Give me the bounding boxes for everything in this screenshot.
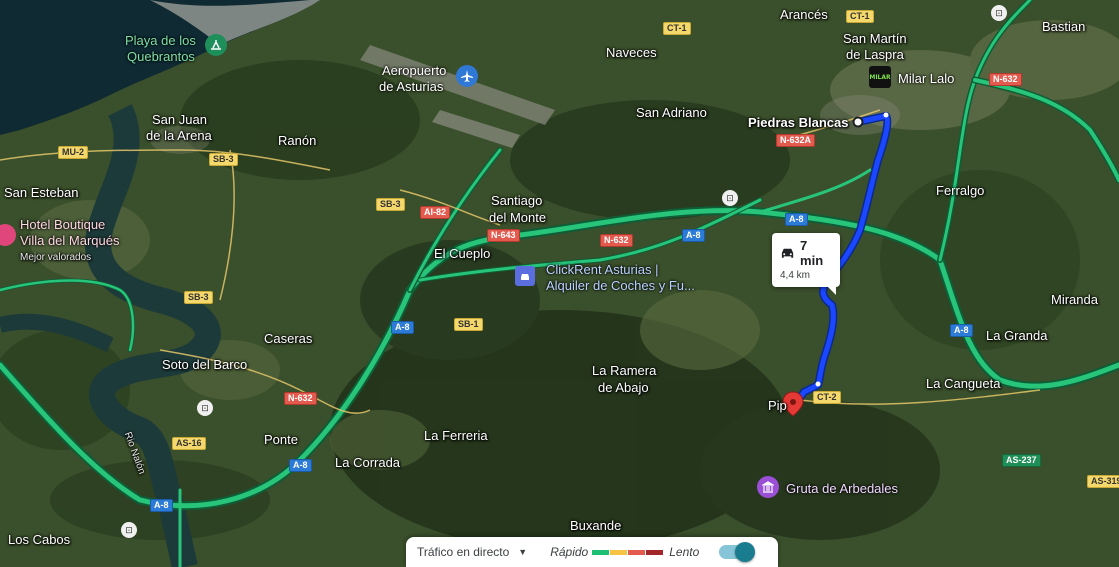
road-n632: N-632 [600, 234, 633, 247]
place-san-martin-line2[interactable]: de Laspra [846, 47, 904, 62]
road-sb1: SB-1 [454, 318, 483, 331]
museum-icon[interactable] [757, 476, 779, 498]
train-station-icon[interactable]: ⊡ [121, 522, 137, 538]
beach-icon[interactable] [205, 34, 227, 56]
place-la-cangueta[interactable]: La Cangueta [926, 376, 1000, 391]
poi-hotel-rating: Mejor valorados [20, 252, 92, 263]
place-los-cabos[interactable]: Los Cabos [8, 532, 70, 547]
place-ferralgo[interactable]: Ferralgo [936, 183, 984, 198]
toggle-knob [735, 542, 756, 562]
place-buxande[interactable]: Buxande [570, 518, 621, 533]
place-san-juan-line1[interactable]: San Juan [152, 112, 207, 127]
road-sb3: SB-3 [376, 198, 405, 211]
place-ponte[interactable]: Ponte [264, 432, 298, 447]
place-la-corrada[interactable]: La Corrada [335, 455, 400, 470]
road-mu2: MU-2 [58, 146, 88, 159]
place-miranda[interactable]: Miranda [1051, 292, 1098, 307]
route-origin-dot[interactable] [852, 116, 864, 128]
place-naveces[interactable]: Naveces [606, 45, 657, 60]
traffic-live-label: Tráfico en directo [417, 545, 510, 559]
road-n632a: N-632A [776, 134, 816, 147]
milar-icon-text: MILAR [869, 73, 891, 81]
road-as237: AS-237 [1002, 454, 1041, 467]
poi-clickrent-line1[interactable]: ClickRent Asturias | [546, 262, 658, 277]
airport-icon[interactable] [456, 65, 478, 87]
poi-airport-line1[interactable]: Aeropuerto [382, 63, 446, 78]
place-santiago-line1[interactable]: Santiago [491, 193, 542, 208]
place-san-adriano[interactable]: San Adriano [636, 105, 707, 120]
road-a8: A-8 [950, 324, 973, 337]
traffic-color-slow [628, 549, 646, 555]
poi-clickrent-line2[interactable]: Alquiler de Coches y Fu... [546, 278, 695, 293]
road-as16: AS-16 [172, 437, 206, 450]
poi-playa-line1[interactable]: Playa de los [125, 33, 196, 48]
place-la-ferreria[interactable]: La Ferreria [424, 428, 488, 443]
place-piedras-blancas[interactable]: Piedras Blancas [748, 115, 848, 130]
place-la-ramera-line2[interactable]: de Abajo [598, 380, 649, 395]
poi-milar-lalo[interactable]: Milar Lalo [898, 71, 954, 86]
route-duration-callout[interactable]: 7 min 4,4 km [772, 233, 840, 295]
road-ai82: AI-82 [420, 206, 451, 219]
road-n632: N-632 [989, 73, 1022, 86]
road-sb3: SB-3 [209, 153, 238, 166]
traffic-fast-label: Rápido [550, 545, 589, 559]
traffic-panel: Tráfico en directo ▼ Rápido Lento [406, 537, 778, 567]
place-pipa[interactable]: Pip [768, 398, 787, 413]
road-a8: A-8 [289, 459, 312, 472]
place-la-granda[interactable]: La Granda [986, 328, 1047, 343]
place-la-ramera-line1[interactable]: La Ramera [592, 363, 656, 378]
traffic-slow-label: Lento [669, 545, 700, 559]
place-soto-del-barco[interactable]: Soto del Barco [162, 357, 247, 372]
traffic-color-fast [592, 549, 610, 555]
poi-hotel-line2[interactable]: Villa del Marqués [20, 233, 119, 248]
place-san-esteban[interactable]: San Esteban [4, 185, 78, 200]
car-icon [781, 248, 794, 258]
place-santiago-line2[interactable]: del Monte [489, 210, 546, 225]
route-distance: 4,4 km [780, 270, 811, 281]
road-a8: A-8 [150, 499, 173, 512]
road-ct1-north: CT-1 [846, 10, 874, 23]
poi-playa-line2[interactable]: Quebrantos [127, 49, 195, 64]
road-n632: N-632 [284, 392, 317, 405]
place-arances[interactable]: Arancés [780, 7, 828, 22]
place-ranon[interactable]: Ranón [278, 133, 316, 148]
place-caseras[interactable]: Caseras [264, 331, 312, 346]
place-san-juan-line2[interactable]: de la Arena [146, 128, 212, 143]
traffic-color-very-slow [646, 549, 664, 555]
poi-hotel-line1[interactable]: Hotel Boutique [20, 217, 105, 232]
train-station-icon[interactable]: ⊡ [722, 190, 738, 206]
road-a8: A-8 [391, 321, 414, 334]
place-el-cueplo[interactable]: El Cueplo [434, 246, 490, 261]
road-a8: A-8 [682, 229, 705, 242]
traffic-live-dropdown[interactable]: Tráfico en directo ▼ [417, 545, 527, 559]
car-rental-icon[interactable] [515, 266, 535, 286]
train-station-icon[interactable]: ⊡ [991, 5, 1007, 21]
traffic-legend-bar [592, 549, 664, 555]
poi-gruta[interactable]: Gruta de Arbedales [786, 481, 898, 496]
poi-airport-line2[interactable]: de Asturias [379, 79, 443, 94]
place-bastian[interactable]: Bastian [1042, 19, 1085, 34]
traffic-toggle[interactable] [719, 542, 756, 562]
route-duration: 7 min [800, 238, 824, 268]
road-sb3: SB-3 [184, 291, 213, 304]
milar-store-icon[interactable]: MILAR [869, 66, 891, 88]
place-san-martin-line1[interactable]: San Martín [843, 31, 907, 46]
road-as319: AS-319 [1087, 475, 1119, 488]
traffic-color-medium [610, 549, 628, 555]
train-station-icon[interactable]: ⊡ [197, 400, 213, 416]
dropdown-arrow-icon: ▼ [518, 547, 528, 557]
road-a8: A-8 [785, 213, 808, 226]
road-ct2: CT-2 [813, 391, 841, 404]
road-ct1: CT-1 [663, 22, 691, 35]
road-n643: N-643 [487, 229, 520, 242]
